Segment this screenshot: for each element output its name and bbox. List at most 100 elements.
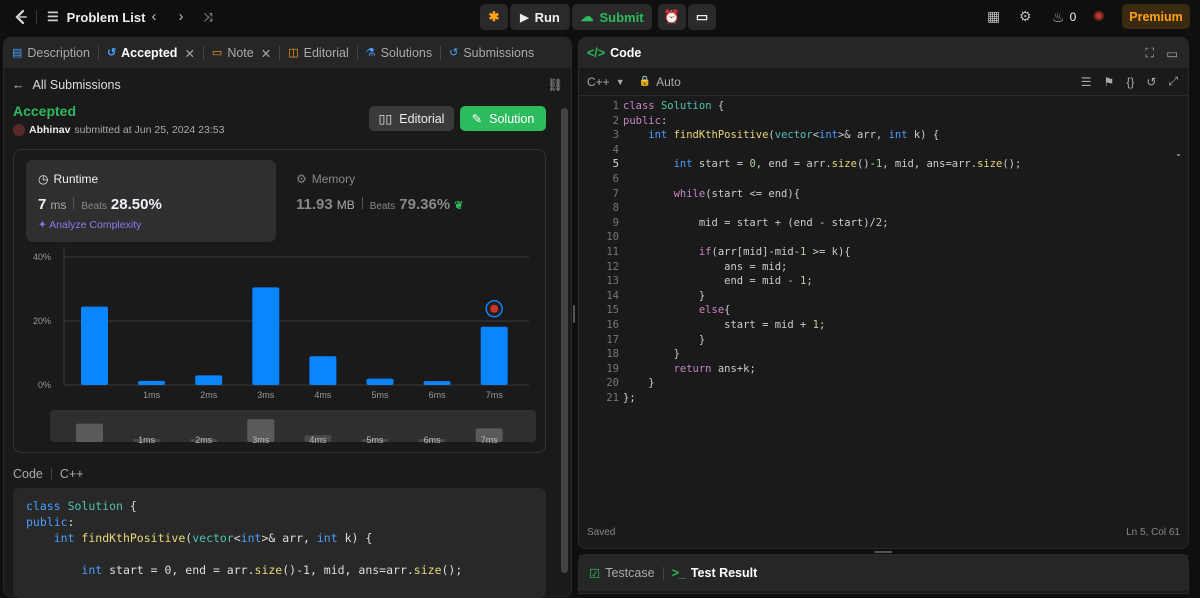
arrow-left-icon[interactable]: ← (12, 78, 25, 92)
editor-code-line[interactable]: class Solution { (623, 100, 724, 112)
notes-button[interactable]: ▭ (688, 4, 716, 30)
chart-bar[interactable] (423, 381, 451, 385)
braces-icon[interactable]: {} (1126, 75, 1134, 89)
chart-bar[interactable] (309, 356, 337, 385)
reset-icon[interactable]: ↺ (1146, 75, 1156, 89)
editor-code-line[interactable]: if(arr[mid]-mid-1 >= k){ (623, 246, 851, 258)
close-icon[interactable]: ✕ (184, 46, 194, 61)
fullscreen-icon[interactable]: ⤢ (1168, 74, 1178, 89)
note-icon: ▭ (211, 46, 223, 59)
line-number: 14 (606, 289, 619, 302)
editor-code-line[interactable]: else{ (623, 304, 731, 316)
tab-editorial[interactable]: ◫ Editorial (280, 38, 357, 68)
editor-code-line[interactable]: public: (623, 115, 667, 127)
divider (36, 10, 37, 24)
tab-submissions[interactable]: ↺ Submissions (441, 38, 542, 68)
tab-note[interactable]: ▭ Note ✕ (204, 38, 279, 68)
line-number: 17 (606, 333, 619, 346)
problem-list-button[interactable]: ☰ Problem List (47, 8, 145, 26)
solution-button[interactable]: ✎ Solution (460, 106, 546, 131)
cloud-upload-icon: ☁ (580, 9, 594, 24)
more-icon[interactable]: ▭ (1166, 46, 1178, 61)
editor-code-line[interactable]: }; (623, 392, 636, 404)
flask-icon: ⚗ (365, 46, 376, 59)
format-icon[interactable]: ☰ (1081, 75, 1092, 89)
debug-button[interactable]: ✱ (480, 4, 508, 30)
editor-code-line[interactable]: start = mid + 1; (623, 319, 825, 331)
language-select[interactable]: C++ ▼ (587, 75, 625, 89)
editor-code-line[interactable]: ans = mid; (623, 261, 787, 273)
chart-bar[interactable] (480, 326, 508, 385)
divider (50, 468, 52, 480)
shuffle-icon[interactable]: ⤨ (199, 8, 217, 26)
chart-bar[interactable] (195, 375, 223, 385)
alarm-clock-icon: ⏰ (663, 9, 681, 24)
layout-icon[interactable]: ▦ (987, 8, 1000, 26)
close-icon[interactable]: ✕ (261, 46, 271, 61)
line-number: 20 (606, 377, 619, 390)
tab-label: Description (27, 46, 90, 60)
prev-problem-button[interactable]: ‹ (145, 8, 163, 26)
auto-mode[interactable]: Auto (656, 75, 681, 89)
tab-code[interactable]: </> Code (579, 38, 649, 68)
chart-bar[interactable] (81, 306, 108, 385)
all-submissions-link[interactable]: All Submissions (33, 78, 121, 92)
editor-code-line[interactable]: } (623, 377, 654, 389)
maximize-icon[interactable]: ⛶ (1145, 46, 1154, 61)
left-tabs: ▤ Description ↺ Accepted ✕ ▭ Note ✕ ◫ Editoria… (4, 38, 571, 68)
author-name[interactable]: Abhinav (29, 124, 70, 136)
tab-test-result[interactable]: >_ Test Result (672, 566, 758, 580)
tab-label: Solutions (380, 46, 433, 60)
terminal-icon: >_ (671, 566, 686, 580)
note-icon: ▭ (695, 9, 709, 24)
left-scrollbar[interactable] (561, 108, 568, 573)
navigator-label: 7ms (481, 435, 499, 445)
list-icon: ☰ (47, 9, 59, 24)
editor-code-line[interactable]: end = mid - 1; (623, 275, 813, 287)
line-number: 7 (612, 187, 619, 200)
chart-bar[interactable] (366, 378, 394, 385)
resize-handle[interactable] (874, 551, 892, 553)
user-avatar-dot (490, 304, 499, 313)
tab-testcase[interactable]: ☑ Testcase (589, 566, 655, 581)
run-submit-bar: ✱ ▶ Run ☁ Submit ⏰ ▭ (480, 4, 716, 30)
editorial-button[interactable]: ▯▯ Editorial (369, 106, 454, 131)
chart-bar[interactable] (138, 380, 166, 385)
play-icon: ▶ (520, 11, 529, 24)
vertical-resize-handle[interactable] (573, 305, 575, 323)
bookmark-icon[interactable]: ⚑ (1104, 75, 1115, 89)
line-number: 16 (606, 319, 619, 331)
editor-code-line[interactable]: } (623, 348, 680, 360)
editor-code-line[interactable]: } (623, 334, 705, 346)
editor-code-line[interactable]: return ans+k; (623, 363, 756, 375)
editor-toolbar: C++ ▼ 🔒 Auto ☰ ⚑ {} ↺ ⤢ (579, 68, 1188, 96)
top-bar: ☰ Problem List ‹ › ⤨ ✱ ▶ Run ☁ Submit ⏰ ▭ … (0, 0, 1200, 34)
run-label: Run (534, 9, 560, 25)
solution-label: Solution (489, 111, 535, 126)
range-navigator[interactable] (50, 410, 536, 442)
editor-code-line[interactable]: } (623, 290, 705, 302)
editor-code-line[interactable]: while(start <= end){ (623, 188, 800, 200)
run-button[interactable]: ▶ Run (510, 4, 570, 30)
leetcode-logo-icon[interactable] (12, 8, 28, 26)
editor-code-line[interactable]: int findKthPositive(vector<int>& arr, in… (623, 129, 939, 141)
tab-description[interactable]: ▤ Description (4, 38, 98, 68)
avatar[interactable]: ✺ (1093, 8, 1105, 26)
chart-bar[interactable] (252, 287, 280, 385)
tab-solutions[interactable]: ⚗ Solutions (358, 38, 440, 68)
premium-button[interactable]: Premium (1122, 4, 1190, 29)
submit-button[interactable]: ☁ Submit (572, 4, 652, 30)
next-problem-button[interactable]: › (172, 8, 190, 26)
streak-counter[interactable]: ♨ 0 (1052, 8, 1076, 26)
line-number: 4 (612, 143, 619, 156)
timer-button[interactable]: ⏰ (658, 4, 686, 30)
line-number: 3 (612, 129, 619, 142)
bottom-panel: ☑ Testcase >_ Test Result (578, 554, 1189, 594)
tab-accepted[interactable]: ↺ Accepted ✕ (99, 38, 203, 68)
editor-code-line[interactable]: mid = start + (end - start)/2; (623, 217, 889, 229)
stats-box: ◷ Runtime 7 ms Beats 28.50% ✦ Analyze Com… (13, 149, 546, 453)
gear-icon[interactable]: ⚙ (1019, 8, 1032, 26)
code-editor[interactable]: 1 class Solution {2 public: 3 int findKthPo… (579, 96, 1188, 504)
link-icon[interactable]: ⛓ (547, 78, 563, 93)
editor-code-line[interactable]: int start = 0, end = arr.size()-1, mid, … (623, 158, 1022, 170)
